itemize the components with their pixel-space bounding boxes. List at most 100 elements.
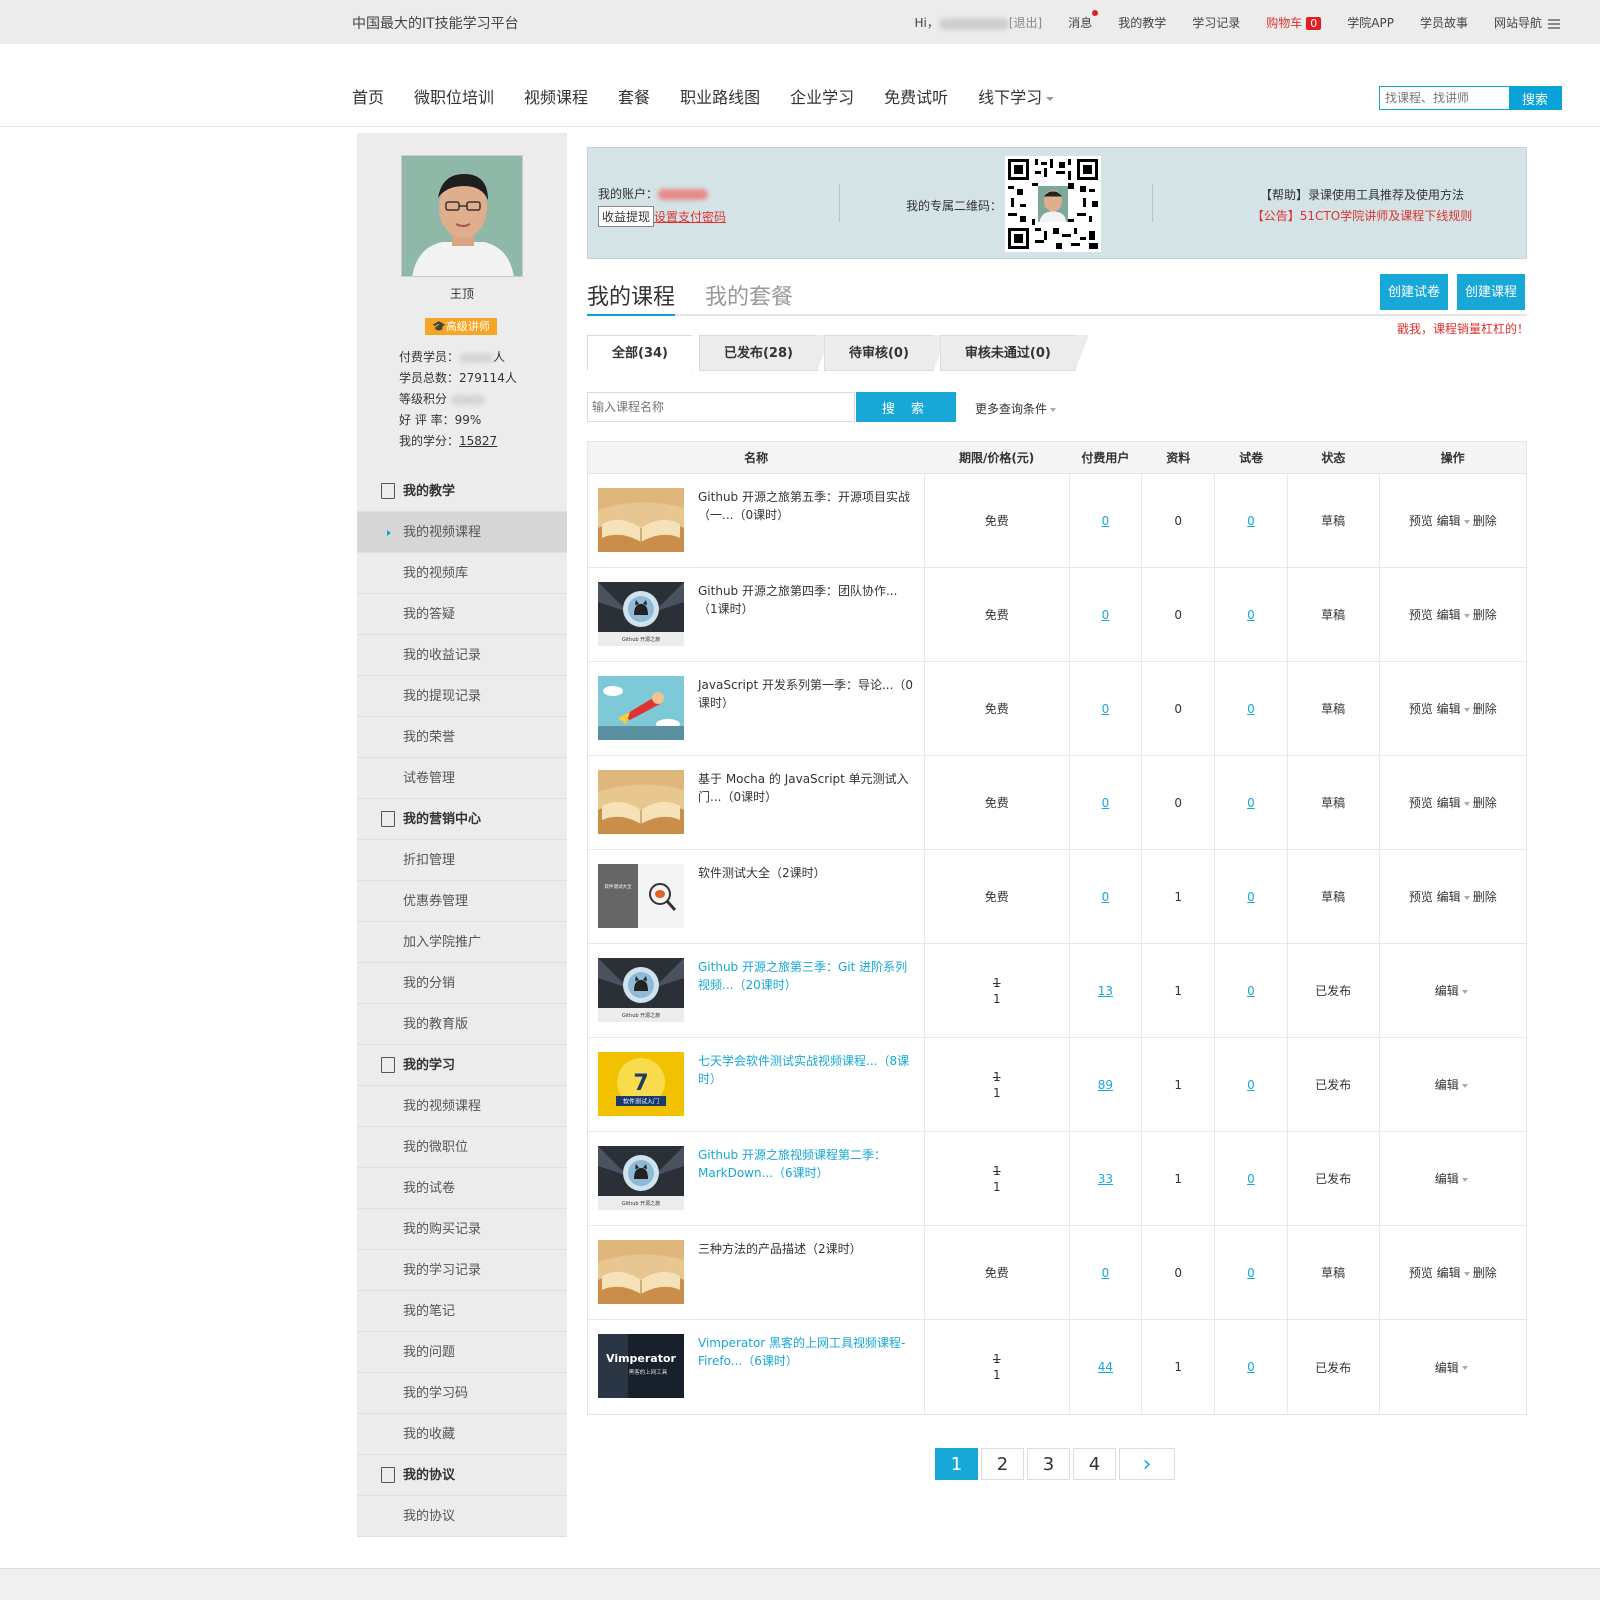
paid-users-link[interactable]: 0 <box>1102 890 1110 904</box>
edit-button[interactable]: 编辑 <box>1437 890 1461 904</box>
sidebar-item-2-6[interactable]: 我的问题 <box>357 1332 567 1373</box>
create-exam-button[interactable]: 创建试卷 <box>1380 274 1448 310</box>
my-teaching-link[interactable]: 我的教学 <box>1118 14 1166 31</box>
sidebar-item-2-7[interactable]: 我的学习码 <box>357 1373 567 1414</box>
preview-button[interactable]: 预览 <box>1409 1266 1433 1280</box>
exam-link[interactable]: 0 <box>1247 890 1255 904</box>
promo-link[interactable]: 戳我，课程销量杠杠的！ <box>1397 320 1529 337</box>
exam-link[interactable]: 0 <box>1247 1078 1255 1092</box>
sidebar-item-2-8[interactable]: 我的收藏 <box>357 1414 567 1455</box>
cart-link[interactable]: 购物车 0 <box>1266 14 1322 31</box>
sidebar-item-0-0[interactable]: 我的视频课程 <box>357 512 567 553</box>
subtab-published[interactable]: 已发布(28) <box>698 335 831 371</box>
chevron-down-icon[interactable] <box>1461 1177 1468 1182</box>
course-thumbnail[interactable] <box>598 488 684 552</box>
sidebar-item-0-2[interactable]: 我的答疑 <box>357 594 567 635</box>
paid-users-link[interactable]: 0 <box>1102 1266 1110 1280</box>
preview-button[interactable]: 预览 <box>1409 796 1433 810</box>
chevron-down-icon[interactable] <box>1463 613 1470 618</box>
edit-button[interactable]: 编辑 <box>1435 1172 1459 1186</box>
sidebar-section-2[interactable]: 我的学习 <box>357 1045 567 1086</box>
course-thumbnail[interactable]: Vimperator 黑客的上网工具 <box>598 1334 684 1398</box>
course-search-button[interactable]: 搜 索 <box>856 392 956 422</box>
subtab-pending[interactable]: 待审核(0) <box>823 335 947 371</box>
subtab-rejected[interactable]: 审核未通过(0) <box>939 335 1089 371</box>
course-search-input[interactable] <box>587 392 855 422</box>
tab-my-packages[interactable]: 我的套餐 <box>705 279 793 317</box>
page-4[interactable]: 4 <box>1073 1448 1116 1480</box>
nav-free-trial[interactable]: 免费试听 <box>884 84 948 108</box>
delete-button[interactable]: 删除 <box>1473 702 1497 716</box>
app-link[interactable]: 学院APP <box>1347 14 1394 31</box>
sidebar-item-2-1[interactable]: 我的微职位 <box>357 1127 567 1168</box>
edit-button[interactable]: 编辑 <box>1437 608 1461 622</box>
course-thumbnail[interactable] <box>598 770 684 834</box>
course-title[interactable]: 基于 Mocha 的 JavaScript 单元测试入门...（0课时） <box>698 770 914 806</box>
sidebar-section-0[interactable]: 我的教学 <box>357 471 567 512</box>
course-thumbnail[interactable]: Github 开源之旅 <box>598 582 684 646</box>
course-thumbnail[interactable]: Github 开源之旅 <box>598 1146 684 1210</box>
withdraw-button[interactable]: 收益提现 <box>598 206 655 227</box>
paid-users-link[interactable]: 0 <box>1102 796 1110 810</box>
course-title[interactable]: Vimperator 黑客的上网工具视频课程-Firefo...（6课时） <box>698 1334 914 1370</box>
page-3[interactable]: 3 <box>1027 1448 1070 1480</box>
chevron-down-icon[interactable] <box>1463 519 1470 524</box>
sidebar-item-1-3[interactable]: 我的分销 <box>357 963 567 1004</box>
sidebar-item-2-5[interactable]: 我的笔记 <box>357 1291 567 1332</box>
learning-record-link[interactable]: 学习记录 <box>1192 14 1240 31</box>
stories-link[interactable]: 学员故事 <box>1420 14 1468 31</box>
course-thumbnail[interactable]: 软件测试大全 <box>598 864 684 928</box>
course-title[interactable]: 三种方法的产品描述（2课时） <box>698 1240 914 1258</box>
notice-link[interactable]: 【公告】51CTO学院讲师及课程下线规则 <box>1242 207 1482 224</box>
sidebar-section-3[interactable]: 我的协议 <box>357 1455 567 1496</box>
messages-link[interactable]: 消息 <box>1068 10 1099 31</box>
edit-button[interactable]: 编辑 <box>1435 1078 1459 1092</box>
sidebar-item-0-3[interactable]: 我的收益记录 <box>357 635 567 676</box>
delete-button[interactable]: 删除 <box>1473 514 1497 528</box>
course-thumbnail[interactable] <box>598 676 684 740</box>
page-1[interactable]: 1 <box>935 1448 978 1480</box>
sidebar-item-2-0[interactable]: 我的视频课程 <box>357 1086 567 1127</box>
course-title[interactable]: 七天学会软件测试实战视频课程...（8课时） <box>698 1052 914 1088</box>
delete-button[interactable]: 删除 <box>1473 608 1497 622</box>
nav-micro-job[interactable]: 微职位培训 <box>414 84 494 108</box>
chevron-down-icon[interactable] <box>1463 1271 1470 1276</box>
paid-users-link[interactable]: 44 <box>1098 1360 1113 1374</box>
sidebar-item-0-6[interactable]: 试卷管理 <box>357 758 567 799</box>
nav-packages[interactable]: 套餐 <box>618 84 650 108</box>
paid-users-link[interactable]: 0 <box>1102 702 1110 716</box>
paid-users-link[interactable]: 33 <box>1098 1172 1113 1186</box>
course-title[interactable]: JavaScript 开发系列第一季：导论...（0课时） <box>698 676 914 712</box>
sidebar-item-2-4[interactable]: 我的学习记录 <box>357 1250 567 1291</box>
course-title[interactable]: Github 开源之旅第四季：团队协作...（1课时） <box>698 582 914 618</box>
chevron-down-icon[interactable] <box>1461 1083 1468 1088</box>
exam-link[interactable]: 0 <box>1247 702 1255 716</box>
edit-button[interactable]: 编辑 <box>1437 796 1461 810</box>
exam-link[interactable]: 0 <box>1247 796 1255 810</box>
nav-offline[interactable]: 线下学习 <box>978 84 1055 108</box>
sidebar-item-1-1[interactable]: 优惠券管理 <box>357 881 567 922</box>
exam-link[interactable]: 0 <box>1247 1172 1255 1186</box>
paid-users-link[interactable]: 0 <box>1102 514 1110 528</box>
chevron-down-icon[interactable] <box>1461 1366 1468 1370</box>
page-2[interactable]: 2 <box>981 1448 1024 1480</box>
delete-button[interactable]: 删除 <box>1473 890 1497 904</box>
site-search-input[interactable] <box>1380 87 1509 109</box>
sidebar-item-2-2[interactable]: 我的试卷 <box>357 1168 567 1209</box>
nav-enterprise[interactable]: 企业学习 <box>790 84 854 108</box>
create-course-button[interactable]: 创建课程 <box>1457 274 1525 310</box>
site-nav-link[interactable]: 网站导航 <box>1494 14 1560 31</box>
nav-career-roadmap[interactable]: 职业路线图 <box>680 84 760 108</box>
qr-code[interactable] <box>1005 156 1101 252</box>
sidebar-item-0-1[interactable]: 我的视频库 <box>357 553 567 594</box>
tab-my-courses[interactable]: 我的课程 <box>587 279 675 317</box>
sidebar-item-3-0[interactable]: 我的协议 <box>357 1496 567 1537</box>
avatar[interactable] <box>401 155 523 277</box>
course-title[interactable]: Github 开源之旅第五季：开源项目实战（一...（0课时） <box>698 488 914 524</box>
sidebar-item-1-2[interactable]: 加入学院推广 <box>357 922 567 963</box>
next-page-button[interactable]: › <box>1119 1448 1175 1480</box>
preview-button[interactable]: 预览 <box>1409 890 1433 904</box>
nav-home[interactable]: 首页 <box>352 84 384 108</box>
edit-button[interactable]: 编辑 <box>1435 984 1459 998</box>
sidebar-item-0-4[interactable]: 我的提现记录 <box>357 676 567 717</box>
